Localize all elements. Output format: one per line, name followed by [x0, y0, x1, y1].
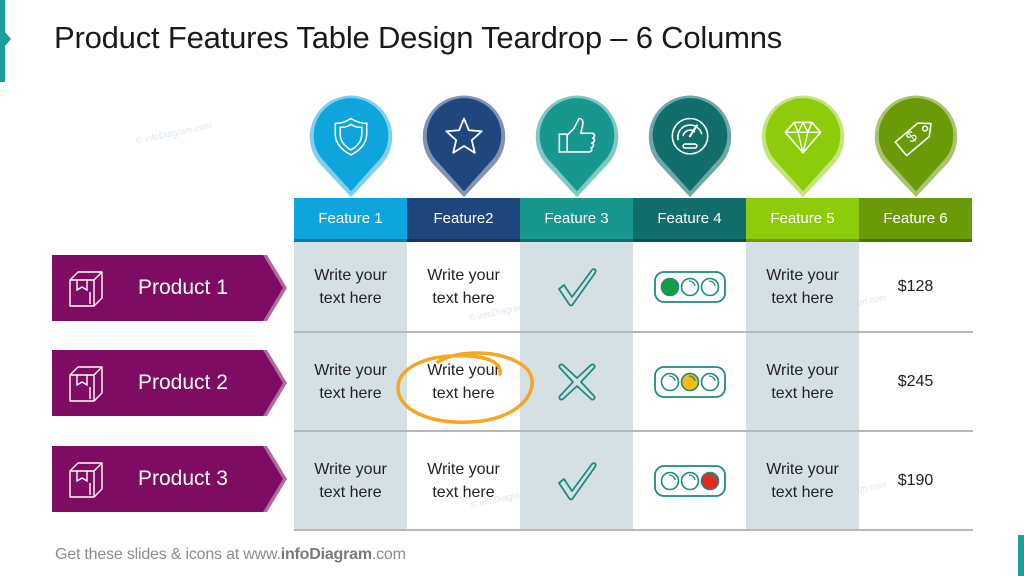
box-icon — [69, 462, 103, 498]
traffic-light-icon-red — [653, 464, 726, 497]
table-cell — [520, 242, 633, 331]
check-icon — [557, 267, 597, 306]
product-label-1[interactable]: Product 1 — [52, 255, 287, 321]
product-label-3[interactable]: Product 3 — [52, 446, 287, 512]
table-cell — [633, 333, 746, 430]
cell-text: Write your text here — [427, 460, 500, 501]
product-name: Product 3 — [138, 467, 228, 490]
box-icon — [69, 366, 103, 402]
table-cell: $190 — [859, 432, 972, 529]
teardrop-pin-1 — [309, 95, 392, 198]
feature-header-6[interactable]: Feature 6 — [859, 198, 972, 242]
feature-header-4[interactable]: Feature 4 — [633, 198, 746, 242]
row-divider — [294, 529, 973, 531]
product-label-2[interactable]: Product 2 — [52, 350, 287, 416]
footer-brand[interactable]: infoDiagram — [281, 546, 372, 563]
cell-text: Write your text here — [766, 266, 839, 307]
table-cell: Write your text here — [746, 242, 859, 331]
table-cell: Write your text here — [294, 242, 407, 331]
feature-header-3[interactable]: Feature 3 — [520, 198, 633, 242]
table-cell — [633, 432, 746, 529]
cell-text: Write your text here — [314, 460, 387, 501]
right-accent-bar — [1018, 535, 1024, 576]
table-cell: Write your text here — [746, 432, 859, 529]
watermark: © infoDiagram.com — [134, 120, 213, 146]
product-name: Product 1 — [138, 276, 228, 299]
cross-icon — [557, 362, 596, 401]
table-cell: Write your text here — [407, 242, 520, 331]
feature-header-5[interactable]: Feature 5 — [746, 198, 859, 242]
teardrop-pin-5 — [761, 95, 844, 198]
teardrop-pin-4 — [648, 95, 731, 198]
price-value: $128 — [897, 278, 934, 295]
footer-credit: Get these slides & icons at www.infoDiag… — [55, 546, 406, 564]
teardrop-pin-2 — [422, 95, 505, 198]
highlight-circle — [396, 351, 534, 424]
feature-header-1[interactable]: Feature 1 — [294, 198, 407, 242]
table-cell: $245 — [859, 333, 972, 430]
teardrop-pin-6: $ — [874, 95, 957, 198]
cell-text: Write your text here — [314, 361, 387, 402]
teardrop-pin-3 — [535, 95, 618, 198]
table-cell: Write your text here — [746, 333, 859, 430]
traffic-light-icon-green — [653, 270, 726, 303]
check-icon — [557, 461, 597, 500]
cell-text: Write your text here — [766, 460, 839, 501]
box-icon — [69, 271, 103, 307]
table-cell: Write your text here — [294, 432, 407, 529]
table-cell: Write your text here — [407, 432, 520, 529]
table-cell — [520, 432, 633, 529]
product-name: Product 2 — [138, 371, 228, 394]
cell-text: Write your text here — [427, 266, 500, 307]
footer-suffix: .com — [371, 546, 406, 563]
price-value: $245 — [897, 373, 934, 390]
left-accent-bar — [0, 0, 11, 82]
cell-text: Write your text here — [314, 266, 387, 307]
traffic-light-icon-yellow — [653, 365, 726, 398]
table-cell — [633, 242, 746, 331]
feature-header-2[interactable]: Feature2 — [407, 198, 520, 242]
footer-prefix: Get these slides & icons at www. — [55, 546, 281, 563]
slide-title: Product Features Table Design Teardrop –… — [54, 20, 783, 55]
price-value: $190 — [897, 472, 934, 489]
table-cell: $128 — [859, 242, 972, 331]
cell-text: Write your text here — [766, 361, 839, 402]
